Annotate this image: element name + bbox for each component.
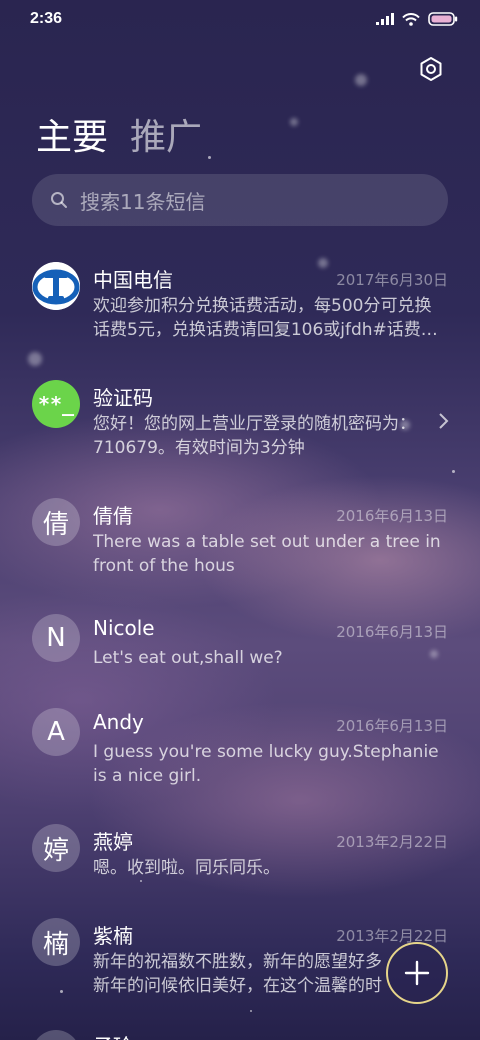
background-star xyxy=(290,118,298,126)
message-preview: 嗯。收到啦。同乐同乐。 xyxy=(93,856,448,880)
tab-main[interactable]: 主要 xyxy=(36,108,108,160)
message-date: 2017年6月30日 xyxy=(336,271,448,289)
sender-name: Andy xyxy=(93,710,144,734)
search-input[interactable]: 搜索11条短信 xyxy=(32,174,448,226)
wifi-icon xyxy=(402,12,420,26)
avatar: 婷 xyxy=(32,824,80,872)
message-preview: 欢迎参加积分兑换话费活动，每500分可兑换 话费5元，兑换话费请回复106或jf… xyxy=(93,294,448,342)
avatar: 楠 xyxy=(32,918,80,966)
battery-icon xyxy=(428,12,458,26)
avatar xyxy=(32,1030,80,1040)
sender-name: 倩倩 xyxy=(93,504,133,528)
chevron-right-icon xyxy=(439,413,449,429)
settings-icon xyxy=(420,57,442,81)
background-star xyxy=(355,74,367,86)
avatar xyxy=(32,262,80,310)
preview-line: There was a table set out under a tree i… xyxy=(93,532,441,552)
status-bar: 2:36 xyxy=(0,0,480,40)
sender-name: 验证码 xyxy=(93,386,153,410)
message-item-yanting[interactable]: 婷 燕婷 2013年2月22日 嗯。收到啦。同乐同乐。 xyxy=(0,812,480,902)
message-item-verification-code[interactable]: **_ 验证码 您好！您的网上营业厅登录的随机密码为： 710679。有效时间为… xyxy=(0,368,480,478)
avatar: **_ xyxy=(32,380,80,428)
message-preview: There was a table set out under a tree i… xyxy=(93,530,448,578)
plus-icon xyxy=(404,960,430,986)
sender-name: 燕婷 xyxy=(93,830,133,854)
message-date: 2016年6月13日 xyxy=(336,507,448,525)
new-message-button[interactable] xyxy=(386,942,448,1004)
message-preview: I guess you're some lucky guy.Stephanie … xyxy=(93,740,448,788)
message-date: 2013年2月22日 xyxy=(336,833,448,851)
sender-name: Nicole xyxy=(93,616,155,640)
avatar: A xyxy=(32,708,80,756)
message-preview: 您好！您的网上营业厅登录的随机密码为： 710679。有效时间为3分钟 xyxy=(93,412,448,460)
preview-line: 欢迎参加积分兑换话费活动，每500分可兑换 xyxy=(93,296,432,316)
message-preview: 新年的祝福数不胜数，新年的愿望好多 新年的问候依旧美好，在这个温馨的时 xyxy=(93,950,393,998)
china-telecom-logo xyxy=(32,262,80,310)
sender-name: 中国电信 xyxy=(93,268,173,292)
message-item-china-telecom[interactable]: 中国电信 2017年6月30日 欢迎参加积分兑换话费活动，每500分可兑换 话费… xyxy=(0,250,480,360)
preview-line: 710679。有效时间为3分钟 xyxy=(93,438,305,458)
preview-line: I guess you're some lucky guy.Stephanie xyxy=(93,742,439,762)
avatar: 倩 xyxy=(32,498,80,546)
status-icons xyxy=(376,12,458,26)
status-time: 2:36 xyxy=(30,10,63,27)
sender-name: 子玲 xyxy=(93,1030,133,1040)
message-item-nicole[interactable]: N Nicole 2016年6月13日 Let's eat out,shall … xyxy=(0,602,480,692)
message-item-andy[interactable]: A Andy 2016年6月13日 I guess you're some lu… xyxy=(0,696,480,806)
preview-line: 新年的问候依旧美好，在这个温馨的时 xyxy=(93,976,382,996)
preview-line: front of the hous xyxy=(93,556,235,576)
message-date: 2013年2月22日 xyxy=(336,927,448,945)
preview-line: 您好！您的网上营业厅登录的随机密码为： xyxy=(93,414,416,434)
preview-line: is a nice girl. xyxy=(93,766,202,786)
message-date: 2016年6月13日 xyxy=(336,717,448,735)
tab-promotions[interactable]: 推广 xyxy=(130,108,202,160)
message-preview: Let's eat out,shall we? xyxy=(93,646,448,670)
search-icon xyxy=(51,192,67,208)
signal-icon xyxy=(376,13,394,25)
message-item-qianqian[interactable]: 倩 倩倩 2016年6月13日 There was a table set ou… xyxy=(0,486,480,596)
message-date: 2016年6月13日 xyxy=(336,623,448,641)
preview-line: Let's eat out,shall we? xyxy=(93,648,283,668)
category-tabs: 主要 推广 xyxy=(36,108,202,160)
search-placeholder: 搜索11条短信 xyxy=(80,189,206,214)
preview-line: 话费5元，兑换话费请回复106或jfdh#话费… xyxy=(93,320,438,340)
settings-button[interactable] xyxy=(418,56,444,82)
message-item-ziling[interactable]: 子玲 xyxy=(0,1020,480,1040)
sender-name: 紫楠 xyxy=(93,924,133,948)
preview-line: 嗯。收到啦。同乐同乐。 xyxy=(93,858,280,878)
background-star xyxy=(208,156,211,159)
preview-line: 新年的祝福数不胜数，新年的愿望好多 xyxy=(93,952,382,972)
avatar: N xyxy=(32,614,80,662)
